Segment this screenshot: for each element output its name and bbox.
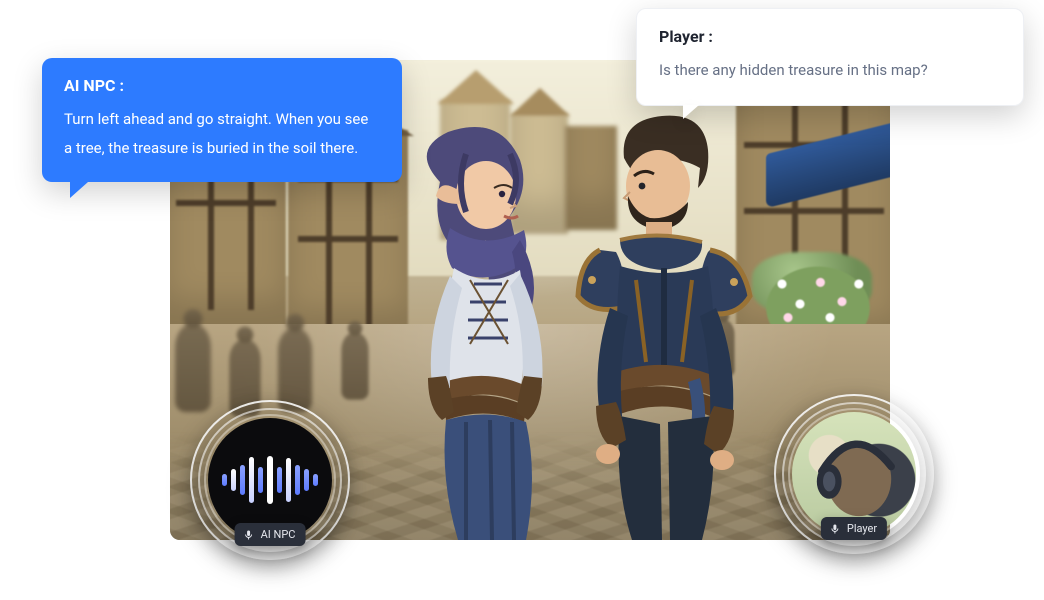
- waveform-icon: [222, 452, 318, 508]
- timber: [176, 200, 276, 206]
- roof: [438, 70, 514, 104]
- player-voice-pill-label: Player: [847, 522, 877, 535]
- player-speech-bubble: Player : Is there any hidden treasure in…: [636, 8, 1024, 106]
- microphone-icon: [243, 529, 255, 541]
- crowd-silhouette: [175, 324, 211, 412]
- npc-voice-pill-label: AI NPC: [261, 528, 296, 541]
- npc-speech-bubble: AI NPC : Turn left ahead and go straight…: [42, 58, 402, 182]
- player-voice-pill[interactable]: Player: [821, 517, 887, 540]
- player-speech-text: Is there any hidden treasure in this map…: [659, 56, 1001, 85]
- player-speaker-label: Player :: [659, 27, 1001, 46]
- crowd-silhouette: [278, 328, 312, 412]
- player-voice-avatar[interactable]: Player: [774, 394, 934, 554]
- npc-speech-text: Turn left ahead and go straight. When yo…: [64, 105, 380, 162]
- npc-voice-pill[interactable]: AI NPC: [235, 523, 306, 546]
- character-npc: [370, 120, 580, 540]
- character-player: [550, 110, 780, 540]
- crowd-silhouette: [341, 332, 368, 399]
- microphone-icon: [829, 523, 841, 535]
- npc-speaker-label: AI NPC :: [64, 76, 380, 95]
- npc-voice-avatar[interactable]: AI NPC: [190, 400, 350, 560]
